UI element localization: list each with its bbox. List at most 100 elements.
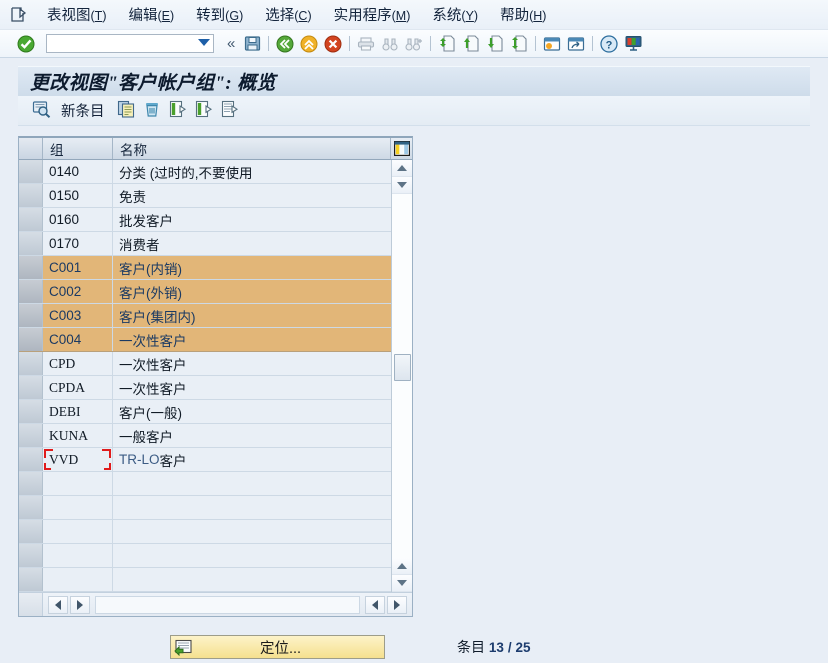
find-binoculars-icon[interactable] <box>378 32 402 56</box>
row-selector-button[interactable] <box>19 232 43 255</box>
cell-group[interactable] <box>43 520 113 543</box>
scroll-up-bottom-button[interactable] <box>392 558 412 575</box>
row-selector-button[interactable] <box>19 448 43 471</box>
new-entries-button[interactable]: 新条目 <box>55 99 113 123</box>
scroll-down-bottom-button[interactable] <box>392 575 412 592</box>
table-row[interactable]: 0160 批发客户 <box>19 208 391 232</box>
command-input[interactable] <box>47 36 189 51</box>
cell-name[interactable]: 客户(集团内) <box>113 304 391 327</box>
scroll-left-end-button[interactable] <box>365 595 385 614</box>
command-field[interactable] <box>46 34 214 53</box>
table-row[interactable] <box>19 544 391 568</box>
table-row[interactable]: 0140 分类 (过时的,不要使用 <box>19 160 391 184</box>
table-row[interactable]: C002 客户(外销) <box>19 280 391 304</box>
table-settings-icon[interactable] <box>390 138 412 159</box>
table-row[interactable]: C004 一次性客户 <box>19 328 391 352</box>
cell-group[interactable]: 0170 <box>43 232 113 255</box>
help-question-icon[interactable]: ? <box>597 32 621 56</box>
row-selector-button[interactable] <box>19 256 43 279</box>
table-row[interactable]: KUNA 一般客户 <box>19 424 391 448</box>
delete-trash-button[interactable] <box>139 99 165 123</box>
cell-name[interactable]: 分类 (过时的,不要使用 <box>113 160 391 183</box>
cell-name[interactable] <box>113 472 391 495</box>
horizontal-scrollbar[interactable] <box>19 592 412 616</box>
cell-name[interactable]: 一次性客户 <box>113 376 391 399</box>
double-chevron-left-icon[interactable]: « <box>222 35 240 52</box>
table-row[interactable]: C001 客户(内销) <box>19 256 391 280</box>
cell-group[interactable] <box>43 568 113 591</box>
scroll-right-end-button[interactable] <box>387 595 407 614</box>
cell-group[interactable]: C001 <box>43 256 113 279</box>
menu-item-edit[interactable]: 编辑(E) <box>117 2 185 27</box>
table-row[interactable]: C003 客户(集团内) <box>19 304 391 328</box>
cell-name[interactable] <box>113 520 391 543</box>
cell-name[interactable]: 一次性客户 <box>113 328 391 351</box>
copy-as-button[interactable] <box>113 99 139 123</box>
customize-local-layout-icon[interactable] <box>621 32 645 56</box>
table-row[interactable] <box>19 520 391 544</box>
row-selector-button[interactable] <box>19 496 43 519</box>
cell-name[interactable] <box>113 568 391 591</box>
column-header-name[interactable]: 名称 <box>113 138 390 159</box>
cell-group[interactable]: CPDA <box>43 376 113 399</box>
select-all-column-header[interactable] <box>19 138 43 159</box>
cell-name[interactable]: 免责 <box>113 184 391 207</box>
cell-group[interactable]: 0140 <box>43 160 113 183</box>
cell-group[interactable]: 0150 <box>43 184 113 207</box>
table-row[interactable]: VVD TR-LO 客户 <box>19 448 391 472</box>
scroll-up-top-button[interactable] <box>392 160 412 177</box>
table-row[interactable] <box>19 472 391 496</box>
cell-name[interactable]: 消费者 <box>113 232 391 255</box>
create-shortcut-icon[interactable] <box>564 32 588 56</box>
row-selector-button[interactable] <box>19 352 43 375</box>
cell-name[interactable]: TR-LO 客户 <box>113 448 391 471</box>
cell-group[interactable]: C003 <box>43 304 113 327</box>
vertical-scroll-thumb[interactable] <box>394 354 411 382</box>
green-check-enter-icon[interactable] <box>14 32 38 56</box>
cell-group[interactable]: VVD <box>43 448 113 471</box>
last-page-icon[interactable] <box>507 32 531 56</box>
menu-item-table-view[interactable]: 表视图(T) <box>36 2 117 27</box>
menu-item-utilities[interactable]: 实用程序(M) <box>323 2 422 27</box>
row-selector-button[interactable] <box>19 184 43 207</box>
cell-name[interactable]: 客户(一般) <box>113 400 391 423</box>
cell-group[interactable]: CPD <box>43 352 113 375</box>
row-selector-button[interactable] <box>19 472 43 495</box>
table-row[interactable]: DEBI 客户(一般) <box>19 400 391 424</box>
cell-group[interactable]: 0160 <box>43 208 113 231</box>
scroll-down-top-button[interactable] <box>392 177 412 194</box>
scroll-right-button[interactable] <box>70 595 90 614</box>
row-selector-button[interactable] <box>19 280 43 303</box>
position-button[interactable]: 定位... <box>170 635 385 659</box>
table-row[interactable]: 0150 免责 <box>19 184 391 208</box>
table-row[interactable]: CPD 一次性客户 <box>19 352 391 376</box>
vertical-scroll-track[interactable] <box>392 194 412 558</box>
display-magnifier-button[interactable] <box>28 99 55 123</box>
back-green-icon[interactable] <box>273 32 297 56</box>
cell-group[interactable]: DEBI <box>43 400 113 423</box>
cell-name[interactable]: 一般客户 <box>113 424 391 447</box>
row-selector-button[interactable] <box>19 304 43 327</box>
cell-name[interactable] <box>113 544 391 567</box>
cell-name[interactable]: 客户(内销) <box>113 256 391 279</box>
create-session-icon[interactable] <box>540 32 564 56</box>
cell-group[interactable] <box>43 544 113 567</box>
cell-name[interactable]: 客户(外销) <box>113 280 391 303</box>
table-row[interactable]: CPDA 一次性客户 <box>19 376 391 400</box>
select-all-button[interactable] <box>191 99 217 123</box>
row-selector-button[interactable] <box>19 400 43 423</box>
cell-group[interactable]: KUNA <box>43 424 113 447</box>
print-icon[interactable] <box>354 32 378 56</box>
scroll-left-button[interactable] <box>48 595 68 614</box>
horizontal-scroll-track[interactable] <box>95 595 360 614</box>
cell-group[interactable]: C004 <box>43 328 113 351</box>
cell-group[interactable]: C002 <box>43 280 113 303</box>
menu-item-goto[interactable]: 转到(G) <box>185 2 254 27</box>
cell-name[interactable]: 批发客户 <box>113 208 391 231</box>
row-selector-button[interactable] <box>19 424 43 447</box>
row-selector-button[interactable] <box>19 376 43 399</box>
save-disk-icon[interactable] <box>240 32 264 56</box>
row-selector-button[interactable] <box>19 544 43 567</box>
cell-group[interactable] <box>43 496 113 519</box>
table-row[interactable] <box>19 568 391 592</box>
